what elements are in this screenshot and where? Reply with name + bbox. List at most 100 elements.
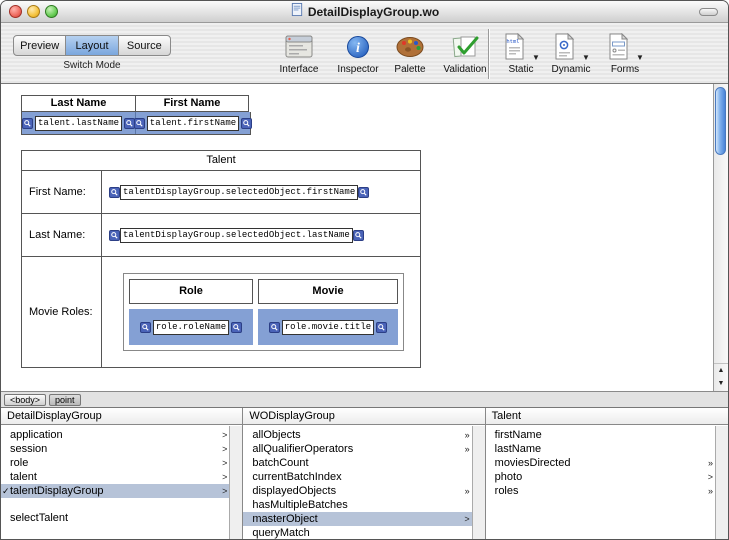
mode-segmented-control: Preview Layout Source xyxy=(13,35,171,56)
wostring-marker-icon[interactable] xyxy=(241,117,253,129)
dropdown-arrow-icon: ▼ xyxy=(636,53,644,62)
palette-button[interactable]: Palette xyxy=(389,31,431,75)
canvas-vertical-scrollbar[interactable]: ▲ ▼ xyxy=(713,84,728,391)
browser-item-batchcount[interactable]: batchCount xyxy=(243,456,471,470)
row-value-cell[interactable]: talentDisplayGroup.selectedObject.firstN… xyxy=(102,171,420,213)
layout-canvas[interactable]: Last Name First Name talent.lastName tal… xyxy=(1,84,728,391)
wostring-marker-icon[interactable] xyxy=(268,321,280,333)
static-elements-menu[interactable]: html ▼ Static xyxy=(499,31,543,75)
to-one-arrow-icon: > xyxy=(222,458,228,468)
roles-nested-table[interactable]: Role Movie role.roleName role.movie.titl… xyxy=(123,273,404,351)
browser-item-displayedobjects[interactable]: displayedObjects» xyxy=(243,484,471,498)
binding-field[interactable]: talent.lastName xyxy=(35,115,123,131)
column-header-first-name[interactable]: First Name xyxy=(135,95,249,112)
detail-row-first-name[interactable]: First Name: talentDisplayGroup.selectedO… xyxy=(22,171,420,214)
wostring-marker-icon[interactable] xyxy=(109,229,120,241)
nested-selected-cell[interactable]: role.movie.title xyxy=(258,309,398,345)
wostring-marker-icon[interactable] xyxy=(352,229,364,241)
browser-item-talentdisplaygroup[interactable]: ✓ talentDisplayGroup > xyxy=(1,484,230,498)
svg-text:html: html xyxy=(506,39,519,45)
column-header-movie[interactable]: Movie xyxy=(258,279,398,304)
path-tag-body[interactable]: <body> xyxy=(4,393,47,406)
list-table[interactable]: Last Name First Name talent.lastName tal… xyxy=(21,95,253,135)
browser-column-scrollbar[interactable] xyxy=(229,426,243,539)
binding-field[interactable]: role.roleName xyxy=(152,319,230,335)
list-table-header-row: Last Name First Name xyxy=(21,95,251,112)
wostring-marker-icon[interactable] xyxy=(133,117,145,129)
webobjects-builder-window: DetailDisplayGroup.wo Preview Layout Sou… xyxy=(0,0,729,540)
list-table-cell[interactable]: talent.lastName xyxy=(22,112,136,134)
browser-item-querymatch[interactable]: queryMatch xyxy=(243,526,471,539)
binding-field[interactable]: role.movie.title xyxy=(281,319,375,335)
to-one-arrow-icon: > xyxy=(222,486,228,496)
browser-item-role[interactable]: role > xyxy=(1,456,229,470)
window-title: DetailDisplayGroup.wo xyxy=(307,5,440,19)
scrollbar-thumb[interactable] xyxy=(715,87,726,155)
path-tag-point[interactable]: point xyxy=(49,393,81,406)
browser-item-allobjects[interactable]: allObjects» xyxy=(243,428,471,442)
wostring-marker-icon[interactable] xyxy=(231,321,243,333)
browser-item-moviesdirected[interactable]: moviesDirected» xyxy=(486,456,715,470)
to-many-arrow-icon: » xyxy=(707,486,713,496)
binding-field[interactable]: talentDisplayGroup.selectedObject.lastNa… xyxy=(120,227,353,243)
column-header-last-name[interactable]: Last Name xyxy=(21,95,135,112)
validation-button[interactable]: Validation xyxy=(437,31,493,75)
wostring-marker-icon[interactable] xyxy=(109,186,120,198)
toolbar-toggle-button[interactable] xyxy=(699,8,718,16)
binding-field[interactable]: talent.firstName xyxy=(146,115,240,131)
nested-selected-cell[interactable]: role.roleName xyxy=(129,309,253,345)
browser-item-masterobject[interactable]: masterObject > xyxy=(243,512,472,526)
row-value-cell[interactable]: talentDisplayGroup.selectedObject.lastNa… xyxy=(102,214,420,256)
wostring-marker-icon[interactable] xyxy=(22,117,33,129)
element-menu-group: html ▼ Static ▼ Dynamic ▼ Forms xyxy=(499,31,651,75)
browser-item-firstname[interactable]: firstName xyxy=(486,428,715,442)
wostring-marker-icon[interactable] xyxy=(376,321,388,333)
browser-item-selecttalent[interactable]: selectTalent xyxy=(1,511,229,525)
scroll-down-arrow[interactable]: ▼ xyxy=(714,377,728,391)
dynamic-document-icon: ▼ xyxy=(552,31,590,62)
dynamic-elements-menu[interactable]: ▼ Dynamic xyxy=(548,31,594,75)
browser-column-scrollbar[interactable] xyxy=(714,426,728,539)
browser-item-roles[interactable]: roles» xyxy=(486,484,715,498)
preview-segment[interactable]: Preview xyxy=(14,36,67,55)
browser-item-application[interactable]: application > xyxy=(1,428,229,442)
detail-table[interactable]: Talent First Name: talentDisplayGroup.se… xyxy=(21,150,421,368)
to-many-arrow-icon: » xyxy=(464,430,470,440)
static-html-document-icon: html ▼ xyxy=(502,31,540,62)
browser-column-scrollbar[interactable] xyxy=(471,426,485,539)
binding-field[interactable]: talentDisplayGroup.selectedObject.firstN… xyxy=(120,184,359,200)
browser-item-lastname[interactable]: lastName xyxy=(486,442,715,456)
titlebar[interactable]: DetailDisplayGroup.wo xyxy=(1,1,728,23)
browser-item-allqualifieroperators[interactable]: allQualifierOperators» xyxy=(243,442,471,456)
title-area: DetailDisplayGroup.wo xyxy=(1,1,728,23)
layout-segment[interactable]: Layout xyxy=(66,36,119,55)
menu-label: Static xyxy=(508,64,534,75)
browser-item-photo[interactable]: photo > xyxy=(486,470,715,484)
switch-mode-control: Preview Layout Source Switch Mode xyxy=(13,35,171,71)
browser-item-list: application > session > role > talent > ✓ tal… xyxy=(1,428,230,539)
list-table-selected-row[interactable]: talent.lastName talent.firstName xyxy=(21,112,253,135)
tool-label: Inspector xyxy=(337,64,379,75)
wostring-marker-icon[interactable] xyxy=(358,186,370,198)
list-table-cell[interactable]: talent.firstName xyxy=(133,112,253,134)
detail-table-title[interactable]: Talent xyxy=(22,151,420,171)
column-header-role[interactable]: Role xyxy=(129,279,253,304)
source-segment[interactable]: Source xyxy=(119,36,170,55)
browser-item-hasmultiplebatches[interactable]: hasMultipleBatches xyxy=(243,498,471,512)
forms-elements-menu[interactable]: ▼ Forms xyxy=(599,31,651,75)
browser-item-currentbatchindex[interactable]: currentBatchIndex xyxy=(243,470,471,484)
row-value-cell[interactable]: Role Movie role.roleName role.movie.titl… xyxy=(102,257,420,367)
detail-row-last-name[interactable]: Last Name: talentDisplayGroup.selectedOb… xyxy=(22,214,420,257)
tool-label: Interface xyxy=(279,64,319,75)
browser-item-talent[interactable]: talent > xyxy=(1,470,229,484)
forms-document-icon: ▼ xyxy=(606,31,644,62)
browser-item-session[interactable]: session > xyxy=(1,442,229,456)
scroll-up-arrow[interactable]: ▲ xyxy=(714,363,728,377)
wostring-marker-icon[interactable] xyxy=(139,321,151,333)
svg-text:i: i xyxy=(356,41,360,56)
inspector-button[interactable]: i Inspector xyxy=(333,31,383,75)
browser-item-list: allObjects» allQualifierOperators» batch… xyxy=(243,428,472,539)
detail-row-movie-roles[interactable]: Movie Roles: Role Movie role.roleName ro… xyxy=(22,257,420,367)
interface-button[interactable]: Interface xyxy=(271,31,327,75)
to-one-arrow-icon: > xyxy=(222,444,228,454)
